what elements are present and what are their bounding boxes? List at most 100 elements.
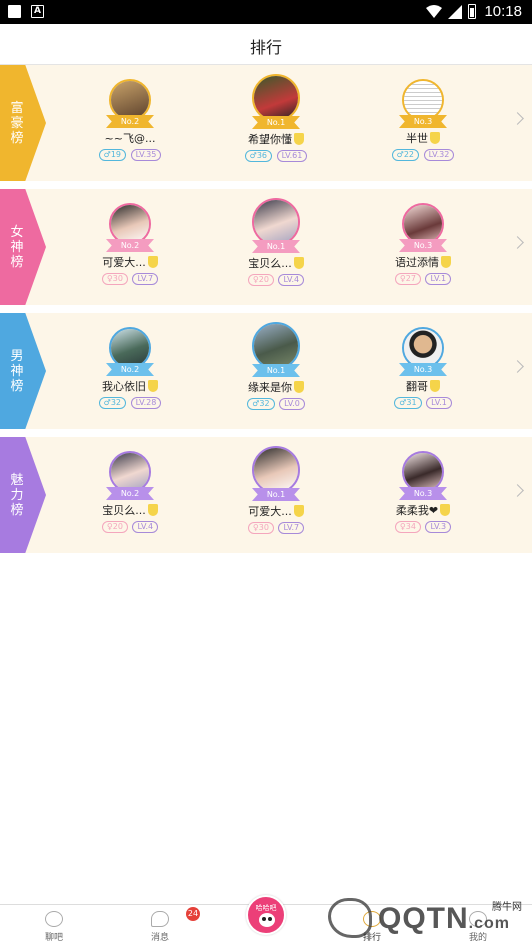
chevron-right-icon[interactable] — [511, 360, 524, 373]
vip-shield-icon — [293, 505, 304, 517]
gender-count-badge: ♂36 — [244, 150, 273, 162]
status-bar: A 10:18 — [0, 0, 532, 24]
rank-ribbon: No.2 — [106, 487, 154, 500]
rank-entry[interactable]: No.2 宝贝么... ♀20 LV.4 — [80, 451, 180, 533]
rank-entry[interactable]: No.2 可爱大... ♀30 LV.7 — [80, 203, 180, 285]
rank-entry[interactable]: No.1 希望你懂 ♂36 LV.61 — [226, 74, 326, 162]
rank-entry[interactable]: No.2 我心依旧 ♂32 LV.28 — [80, 327, 180, 409]
level-badge: LV.4 — [278, 274, 305, 286]
watermark-subtext: 腾牛网 — [492, 902, 522, 913]
panda-icon — [259, 913, 275, 927]
user-name: 语过添情 — [395, 256, 439, 269]
user-name: 可爱大... — [102, 256, 146, 269]
avatar — [252, 322, 300, 370]
avatar — [252, 446, 300, 494]
chevron-right-icon[interactable] — [511, 236, 524, 249]
rank-tag-label: 魅力榜 — [10, 472, 24, 518]
chevron-right-icon[interactable] — [511, 112, 524, 125]
center-action-label: 哈哈吧 — [255, 904, 277, 912]
user-name-row: 翻哥 — [373, 379, 473, 394]
user-badges: ♂31 LV.1 — [373, 397, 473, 409]
avatar — [402, 79, 444, 121]
rank-card-charm[interactable]: 魅力榜 No.2 宝贝么... ♀20 LV.4 No.1 可爱大... ♀30… — [0, 437, 532, 553]
status-notifications: A — [8, 5, 44, 18]
avatar — [252, 74, 300, 122]
vip-shield-icon — [441, 256, 451, 268]
user-name-row: 可爱大... — [226, 504, 326, 519]
notification-icon — [8, 5, 21, 18]
gender-count-badge: ♀34 — [394, 521, 421, 533]
rank-entry[interactable]: No.3 柔柔我❤ ♀34 LV.3 — [373, 451, 473, 533]
user-name-row: 柔柔我❤ — [373, 503, 473, 518]
level-badge: LV.32 — [423, 149, 455, 161]
vip-shield-icon — [147, 256, 158, 268]
avatar — [252, 198, 300, 246]
user-badges: ♂22 LV.32 — [373, 149, 473, 161]
user-name: 宝贝么... — [248, 257, 292, 270]
gender-count-badge: ♀20 — [101, 521, 128, 533]
user-name: 我心依旧 — [102, 380, 146, 393]
wifi-icon — [426, 4, 443, 18]
rank-tag: 魅力榜 — [0, 437, 46, 553]
user-name-row: ~~飞@... — [80, 131, 180, 146]
level-badge: LV.1 — [425, 273, 452, 285]
rank-entry[interactable]: No.1 可爱大... ♀30 LV.7 — [226, 446, 326, 534]
signal-icon — [448, 4, 463, 19]
gender-count-badge: ♂32 — [98, 397, 127, 409]
user-name-row: 半世 — [373, 131, 473, 146]
level-badge: LV.4 — [132, 521, 159, 533]
avatar — [109, 451, 151, 493]
user-badges: ♀30 LV.7 — [80, 273, 180, 285]
vip-shield-icon — [430, 132, 440, 144]
rank-ribbon: No.1 — [252, 116, 300, 129]
site-watermark: QQTN.com 腾牛网 — [320, 892, 530, 944]
rank-card-goddess[interactable]: 女神榜 No.2 可爱大... ♀30 LV.7 No.1 宝贝么... ♀20… — [0, 189, 532, 305]
user-name-row: 宝贝么... — [226, 256, 326, 271]
page-header: 排行 — [0, 24, 532, 65]
avatar — [109, 79, 151, 121]
gender-count-badge: ♀20 — [247, 274, 274, 286]
chevron-right-icon[interactable] — [511, 484, 524, 497]
avatar — [109, 327, 151, 369]
center-action-button[interactable]: 哈哈吧 — [246, 895, 286, 935]
avatar — [402, 451, 444, 493]
rank-tag: 女神榜 — [0, 189, 46, 305]
level-badge: LV.35 — [130, 149, 162, 161]
status-time: 10:18 — [484, 3, 522, 20]
rank-ribbon: No.1 — [252, 364, 300, 377]
watermark-text: QQTN.com — [378, 902, 511, 935]
user-name: 可爱大... — [248, 505, 292, 518]
tab-chat[interactable]: 聊吧 — [24, 911, 84, 943]
rank-tag-label: 女神榜 — [10, 224, 24, 270]
rank-card-god[interactable]: 男神榜 No.2 我心依旧 ♂32 LV.28 No.1 缘来是你 ♂32 LV… — [0, 313, 532, 429]
user-badges: ♂36 LV.61 — [226, 150, 326, 162]
avatar — [109, 203, 151, 245]
rank-entry[interactable]: No.1 缘来是你 ♂32 LV.0 — [226, 322, 326, 410]
rank-entry[interactable]: No.3 翻哥 ♂31 LV.1 — [373, 327, 473, 409]
rank-entry[interactable]: No.3 半世 ♂22 LV.32 — [373, 79, 473, 161]
gender-count-badge: ♂31 — [394, 397, 422, 409]
gender-count-badge: ♂22 — [391, 149, 420, 161]
rank-ribbon: No.1 — [252, 240, 300, 253]
tab-messages[interactable]: 消息 24 — [130, 907, 200, 943]
gender-count-badge: ♀30 — [247, 522, 274, 534]
user-badges: ♀20 LV.4 — [80, 521, 180, 533]
rank-entry[interactable]: No.1 宝贝么... ♀20 LV.4 — [226, 198, 326, 286]
user-badges: ♂32 LV.0 — [226, 398, 326, 410]
rank-entry[interactable]: No.3 语过添情 ♀27 LV.1 — [373, 203, 473, 285]
level-badge: LV.7 — [278, 522, 305, 534]
gender-count-badge: ♂19 — [98, 149, 127, 161]
level-badge: LV.61 — [276, 150, 308, 162]
rank-ribbon: No.2 — [106, 115, 154, 128]
rank-ribbon: No.2 — [106, 363, 154, 376]
user-name-row: 语过添情 — [373, 255, 473, 270]
user-name: 翻哥 — [406, 380, 428, 393]
user-badges: ♀27 LV.1 — [373, 273, 473, 285]
vip-shield-icon — [294, 133, 304, 145]
user-badges: ♀34 LV.3 — [373, 521, 473, 533]
vip-shield-icon — [147, 504, 158, 516]
rank-entry[interactable]: No.2 ~~飞@... ♂19 LV.35 — [80, 79, 180, 161]
rank-card-rich[interactable]: 富豪榜 No.2 ~~飞@... ♂19 LV.35 No.1 希望你懂 ♂36… — [0, 65, 532, 181]
level-badge: LV.0 — [279, 398, 305, 410]
vip-shield-icon — [430, 380, 440, 392]
